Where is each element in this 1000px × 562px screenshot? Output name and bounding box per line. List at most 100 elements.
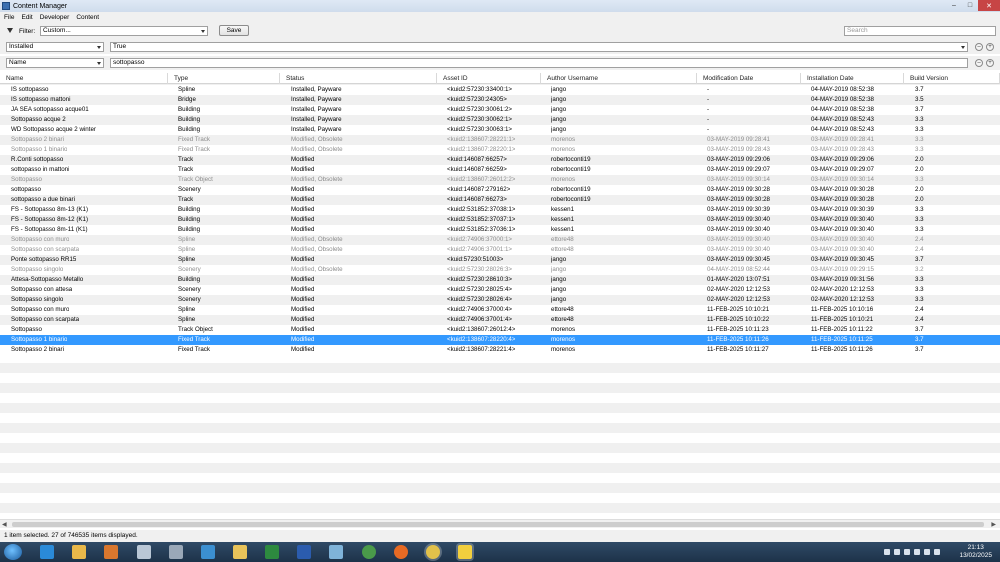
filter-value-select[interactable]: True [110,42,968,52]
ubuntu-app-icon[interactable] [362,545,376,559]
cell-author: ettore48 [551,306,574,313]
security-icon[interactable] [934,549,940,555]
column-header-status[interactable]: Status [280,73,437,84]
menu-developer[interactable]: Developer [40,14,70,21]
close-button[interactable]: ✕ [978,0,1000,11]
cell-installation-date: 03-MAY-2019 09:28:43 [811,146,874,153]
internet-explorer-icon[interactable] [40,545,54,559]
cell-name: Sottopasso con scarpata [11,246,80,253]
collapse-filters-icon[interactable] [7,28,13,33]
filter-field-select[interactable]: Name [6,58,104,68]
table-row[interactable]: Sottopasso 1 binario Fixed Track Modified <… [0,335,1000,345]
add-filter-button[interactable]: + [986,43,994,51]
table-row[interactable]: WD Sottopasso acque 2 winter Building Inst… [0,125,1000,135]
table-row[interactable]: Sottopasso con attesa Scenery Modified <kui… [0,285,1000,295]
cell-asset-id: <kuid2:138607:26012:4> [447,326,516,333]
column-header-author[interactable]: Author Username [541,73,697,84]
filter-field-select[interactable]: Installed [6,42,104,52]
table-row[interactable]: Attesa-Sottopasso Metallo Building Modifie… [0,275,1000,285]
filter-preset-select[interactable]: Custom... [40,26,208,36]
menu-edit[interactable]: Edit [21,14,32,21]
cell-type: Spline [178,316,196,323]
table-row[interactable]: Sottopasso singolo Scenery Modified, Obsol… [0,265,1000,275]
keyboard-icon[interactable] [924,549,930,555]
table-row[interactable]: sottopasso a due binari Track Modified <kui… [0,195,1000,205]
table-row[interactable]: Sottopasso Track Object Modified <kuid2:138… [0,325,1000,335]
column-header-modification-date[interactable]: Modification Date [697,73,801,84]
cell-build-version: 2.4 [915,236,924,243]
save-button[interactable]: Save [219,25,249,36]
cell-build-version: 3.3 [915,226,924,233]
column-header-asset-id[interactable]: Asset ID [437,73,541,84]
column-header-build-version[interactable]: Build Version [904,73,1000,84]
column-header-type[interactable]: Type [168,73,280,84]
cell-modification-date: - [707,86,710,93]
scrollbar-thumb[interactable] [12,522,984,527]
scroll-right-icon[interactable]: ▶ [991,521,996,528]
cell-type: Spline [178,256,196,263]
cell-asset-id: <kuid2:57230:28026:4> [447,296,513,303]
network-icon[interactable] [904,549,910,555]
menu-file[interactable]: File [4,14,14,21]
cell-status: Installed, Payware [291,126,342,133]
horizontal-scrollbar[interactable]: ◀ ▶ [0,519,1000,528]
table-row[interactable]: Sottopasso 1 binario Fixed Track Modified,… [0,145,1000,155]
menu-content[interactable]: Content [76,14,99,21]
chrome-icon[interactable] [426,545,440,559]
table-row[interactable]: JA SEA sottopasso acque01 Building Install… [0,105,1000,115]
maximize-button[interactable]: □ [962,0,978,11]
minimize-button[interactable]: – [946,0,962,11]
flag-icon[interactable] [914,549,920,555]
table-row[interactable]: Sottopasso singolo Scenery Modified <kuid2:… [0,295,1000,305]
cell-name: Sottopasso [11,326,42,333]
table-row[interactable]: Sottopasso con scarpata Spline Modified, O… [0,245,1000,255]
excel-icon[interactable] [265,545,279,559]
cell-asset-id: <kuid2:57230:24305> [447,96,507,103]
filter-field-value: Name [9,59,27,66]
cell-modification-date: 03-MAY-2019 09:30:28 [707,196,770,203]
firefox-icon[interactable] [394,545,408,559]
tray-arrow-icon[interactable] [884,549,890,555]
cell-type: Scenery [178,286,201,293]
taskbar-clock[interactable]: 21:13 13/02/2025 [959,544,992,560]
table-row[interactable]: Sottopasso Track Object Modified, Obsolete… [0,175,1000,185]
cell-build-version: 2.0 [915,156,924,163]
table-row[interactable]: FS - Sottopasso 8m-13 (K1) Building Modifi… [0,205,1000,215]
table-row[interactable]: Ponte sottopasso RR15 Spline Modified <kuid… [0,255,1000,265]
search-input[interactable]: Search [844,26,996,36]
media-player-icon[interactable] [104,545,118,559]
folder-icon[interactable] [233,545,247,559]
table-row[interactable]: Sottopasso con muro Spline Modified <kuid2:… [0,305,1000,315]
table-row[interactable]: sottopasso in mattoni Track Modified <kuid:… [0,165,1000,175]
scroll-left-icon[interactable]: ◀ [2,521,7,528]
remove-filter-button[interactable]: – [975,43,983,51]
word-icon[interactable] [297,545,311,559]
table-row[interactable]: Sottopasso acque 2 Building Installed, Pay… [0,115,1000,125]
content-manager-icon[interactable] [458,545,472,559]
remove-filter-button[interactable]: – [975,59,983,67]
table-row[interactable]: Sottopasso 2 binari Fixed Track Modified <k… [0,345,1000,355]
file-explorer-icon[interactable] [72,545,86,559]
table-row[interactable]: Sottopasso con scarpata Spline Modified <ku… [0,315,1000,325]
table-row[interactable]: IS sottopasso mattoni Bridge Installed, Pa… [0,95,1000,105]
app-icon[interactable] [169,545,183,559]
column-header-name[interactable]: Name [0,73,168,84]
table-row[interactable]: Sottopasso 2 binari Fixed Track Modified, … [0,135,1000,145]
table-row[interactable]: IS sottopasso Spline Installed, Payware <ku… [0,85,1000,95]
table-row[interactable]: Sottopasso con muro Spline Modified, Obsol… [0,235,1000,245]
table-row[interactable]: FS - Sottopasso 8m-12 (K1) Building Modifi… [0,215,1000,225]
trainz-icon[interactable] [201,545,215,559]
speaker-icon[interactable] [894,549,900,555]
table-row[interactable]: FS - Sottopasso 8m-11 (K1) Building Modifi… [0,225,1000,235]
notes-icon[interactable] [329,545,343,559]
add-filter-button[interactable]: + [986,59,994,67]
cell-asset-id: <kuid2:531852:37038:1> [447,206,516,213]
documents-icon[interactable] [137,545,151,559]
table-row[interactable]: sottopasso Scenery Modified <kuid:146087:27… [0,185,1000,195]
cell-status: Modified [291,216,315,223]
filter-text-input[interactable]: sottopasso [110,58,968,68]
chevron-down-icon [201,30,205,33]
table-row[interactable]: R.Conti sottopasso Track Modified <kuid:146… [0,155,1000,165]
column-header-installation-date[interactable]: Installation Date [801,73,904,84]
windows-start-icon[interactable] [4,544,22,560]
